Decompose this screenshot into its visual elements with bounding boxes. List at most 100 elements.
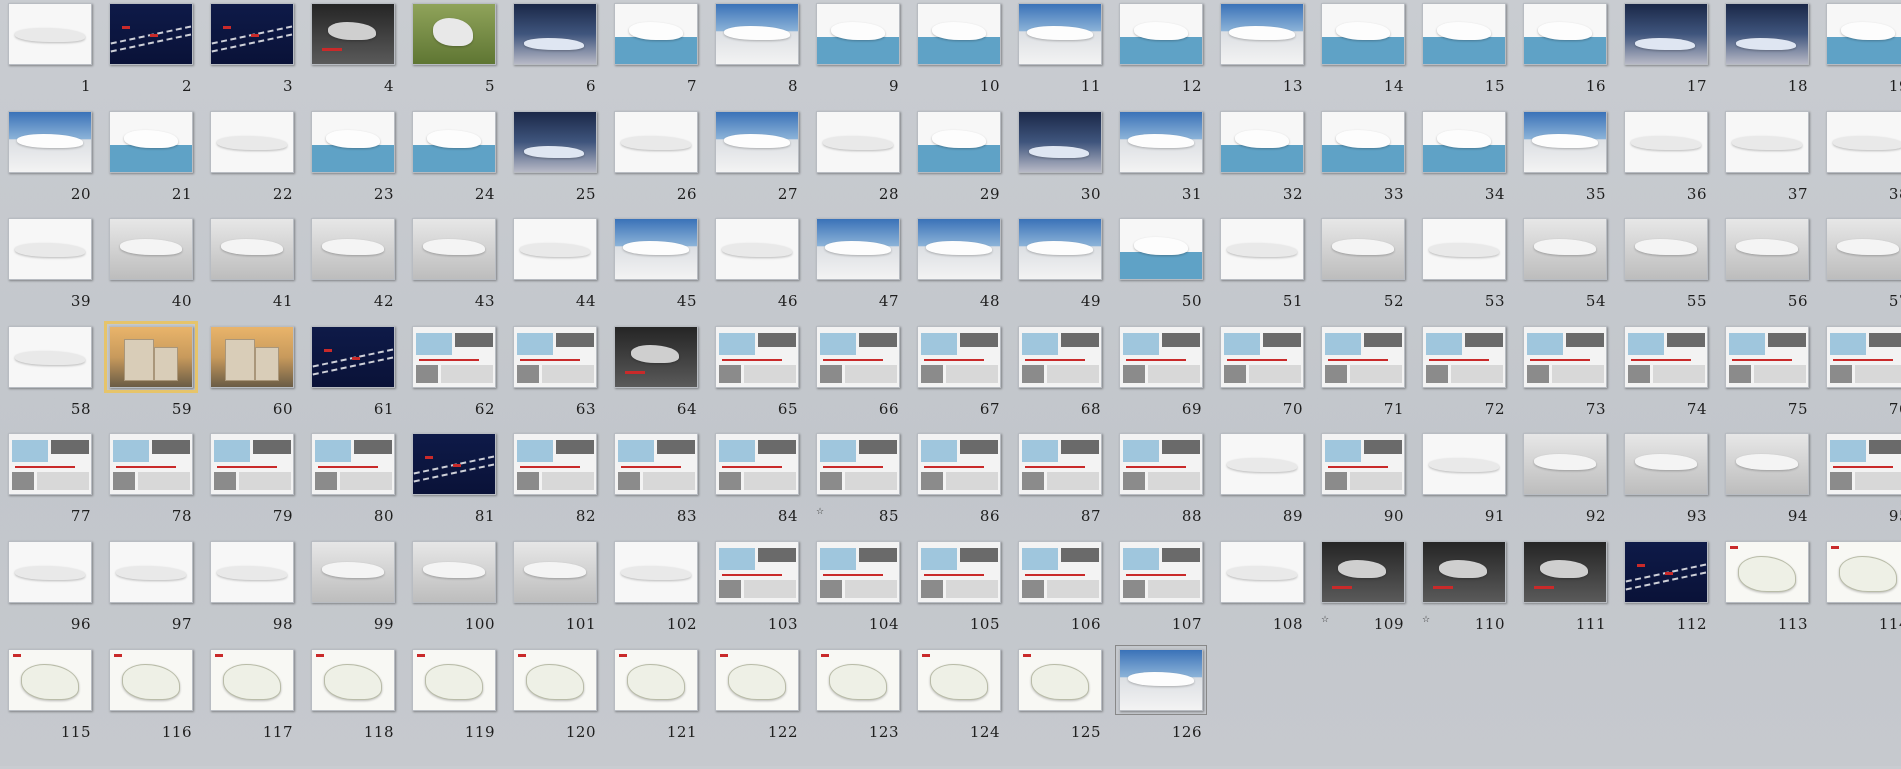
slide-preview[interactable]: [614, 433, 698, 496]
slide-thumbnail[interactable]: 62: [411, 325, 512, 434]
slide-preview[interactable]: [1725, 3, 1809, 65]
slide-thumbnail[interactable]: 67: [916, 325, 1017, 434]
slide-thumbnail[interactable]: 39: [7, 218, 108, 326]
slide-thumbnail[interactable]: 5: [411, 3, 512, 111]
slide-thumbnail[interactable]: 50: [1118, 218, 1219, 326]
slide-thumbnail[interactable]: ☆ 85: [815, 433, 916, 541]
slide-thumbnail[interactable]: 100: [411, 540, 512, 649]
slide-thumbnail[interactable]: 4: [310, 3, 411, 111]
slide-preview[interactable]: [917, 3, 1001, 65]
slide-preview[interactable]: [109, 540, 193, 603]
slide-preview[interactable]: [1523, 540, 1607, 603]
slide-preview[interactable]: [1826, 433, 1901, 496]
slide-thumbnail[interactable]: 58: [7, 325, 108, 434]
slide-thumbnail[interactable]: 97: [108, 540, 209, 649]
slide-thumbnail[interactable]: 49: [1017, 218, 1118, 326]
slide-preview[interactable]: [816, 218, 900, 281]
slide-preview[interactable]: [1624, 540, 1708, 603]
slide-thumbnail[interactable]: 117: [209, 648, 310, 757]
slide-thumbnail[interactable]: 79: [209, 433, 310, 541]
slide-preview[interactable]: [1624, 218, 1708, 281]
slide-preview[interactable]: [1826, 110, 1901, 173]
slide-preview[interactable]: [8, 648, 92, 711]
slide-preview[interactable]: [1624, 3, 1708, 65]
slide-thumbnail[interactable]: 20: [7, 110, 108, 219]
slide-thumbnail[interactable]: 24: [411, 110, 512, 219]
slide-thumbnail[interactable]: 29: [916, 110, 1017, 219]
slide-thumbnail[interactable]: 21: [108, 110, 209, 219]
slide-thumbnail[interactable]: 18: [1724, 3, 1825, 111]
slide-thumbnail[interactable]: 101: [512, 540, 613, 649]
slide-preview[interactable]: [1119, 110, 1203, 173]
slide-thumbnail[interactable]: 59: [104, 320, 209, 434]
slide-preview[interactable]: [1422, 3, 1506, 65]
slide-preview[interactable]: [412, 648, 496, 711]
slide-preview[interactable]: [1119, 325, 1203, 388]
slide-thumbnail[interactable]: 124: [916, 648, 1017, 757]
slide-preview[interactable]: [1624, 433, 1708, 496]
slide-preview[interactable]: [1220, 218, 1304, 281]
slide-thumbnail[interactable]: 22: [209, 110, 310, 219]
slide-preview[interactable]: [412, 218, 496, 281]
slide-thumbnail[interactable]: 55: [1623, 218, 1724, 326]
slide-thumbnail[interactable]: 14: [1320, 3, 1421, 111]
slide-thumbnail[interactable]: 17: [1623, 3, 1724, 111]
slide-preview[interactable]: [311, 218, 395, 281]
slide-preview[interactable]: [614, 110, 698, 173]
slide-preview[interactable]: [1119, 218, 1203, 281]
slide-thumbnail[interactable]: 68: [1017, 325, 1118, 434]
slide-preview[interactable]: [412, 540, 496, 603]
slide-thumbnail[interactable]: 2: [108, 3, 209, 111]
slide-thumbnail[interactable]: 125: [1017, 648, 1118, 757]
slide-thumbnail[interactable]: 92: [1522, 433, 1623, 541]
slide-thumbnail[interactable]: 28: [815, 110, 916, 219]
slide-preview[interactable]: [1725, 433, 1809, 496]
slide-preview[interactable]: [1220, 110, 1304, 173]
slide-thumbnail[interactable]: 61: [310, 325, 411, 434]
slide-thumbnail[interactable]: 82: [512, 433, 613, 541]
slide-preview[interactable]: [1018, 3, 1102, 65]
slide-preview[interactable]: [311, 3, 395, 65]
slide-preview[interactable]: [412, 110, 496, 173]
slide-preview[interactable]: [1321, 540, 1405, 603]
slide-thumbnail[interactable]: 63: [512, 325, 613, 434]
slide-thumbnail[interactable]: 93: [1623, 433, 1724, 541]
slide-thumbnail[interactable]: 119: [411, 648, 512, 757]
slide-preview[interactable]: [1826, 218, 1901, 281]
slide-thumbnail[interactable]: 37: [1724, 110, 1825, 219]
slide-thumbnail[interactable]: 44: [512, 218, 613, 326]
slide-preview[interactable]: [8, 110, 92, 173]
slide-thumbnail[interactable]: 13: [1219, 3, 1320, 111]
slide-preview[interactable]: [8, 540, 92, 603]
slide-preview[interactable]: [109, 3, 193, 65]
slide-preview[interactable]: [1115, 644, 1207, 715]
slide-preview[interactable]: [8, 3, 92, 65]
slide-preview[interactable]: [1018, 218, 1102, 281]
slide-preview[interactable]: [917, 648, 1001, 711]
slide-thumbnail[interactable]: 36: [1623, 110, 1724, 219]
slide-thumbnail[interactable]: 41: [209, 218, 310, 326]
slide-preview[interactable]: [1119, 540, 1203, 603]
slide-preview[interactable]: [210, 433, 294, 496]
slide-thumbnail[interactable]: 23: [310, 110, 411, 219]
slide-preview[interactable]: [1422, 218, 1506, 281]
slide-thumbnail[interactable]: 57: [1825, 218, 1901, 326]
slide-preview[interactable]: [816, 110, 900, 173]
slide-thumbnail[interactable]: 35: [1522, 110, 1623, 219]
slide-preview[interactable]: [1220, 3, 1304, 65]
slide-thumbnail[interactable]: 48: [916, 218, 1017, 326]
slide-preview[interactable]: [1725, 540, 1809, 603]
slide-preview[interactable]: [1422, 110, 1506, 173]
slide-thumbnail[interactable]: 54: [1522, 218, 1623, 326]
slide-thumbnail[interactable]: 112: [1623, 540, 1724, 649]
slide-preview[interactable]: [1725, 218, 1809, 281]
slide-preview[interactable]: [614, 540, 698, 603]
slide-thumbnail[interactable]: 30: [1017, 110, 1118, 219]
slide-preview[interactable]: [917, 110, 1001, 173]
slide-thumbnail[interactable]: 75: [1724, 325, 1825, 434]
slide-preview[interactable]: [513, 648, 597, 711]
slide-thumbnail[interactable]: 38: [1825, 110, 1901, 219]
slide-thumbnail[interactable]: 103: [714, 540, 815, 649]
slide-thumbnail[interactable]: 40: [108, 218, 209, 326]
slide-preview[interactable]: [1523, 110, 1607, 173]
